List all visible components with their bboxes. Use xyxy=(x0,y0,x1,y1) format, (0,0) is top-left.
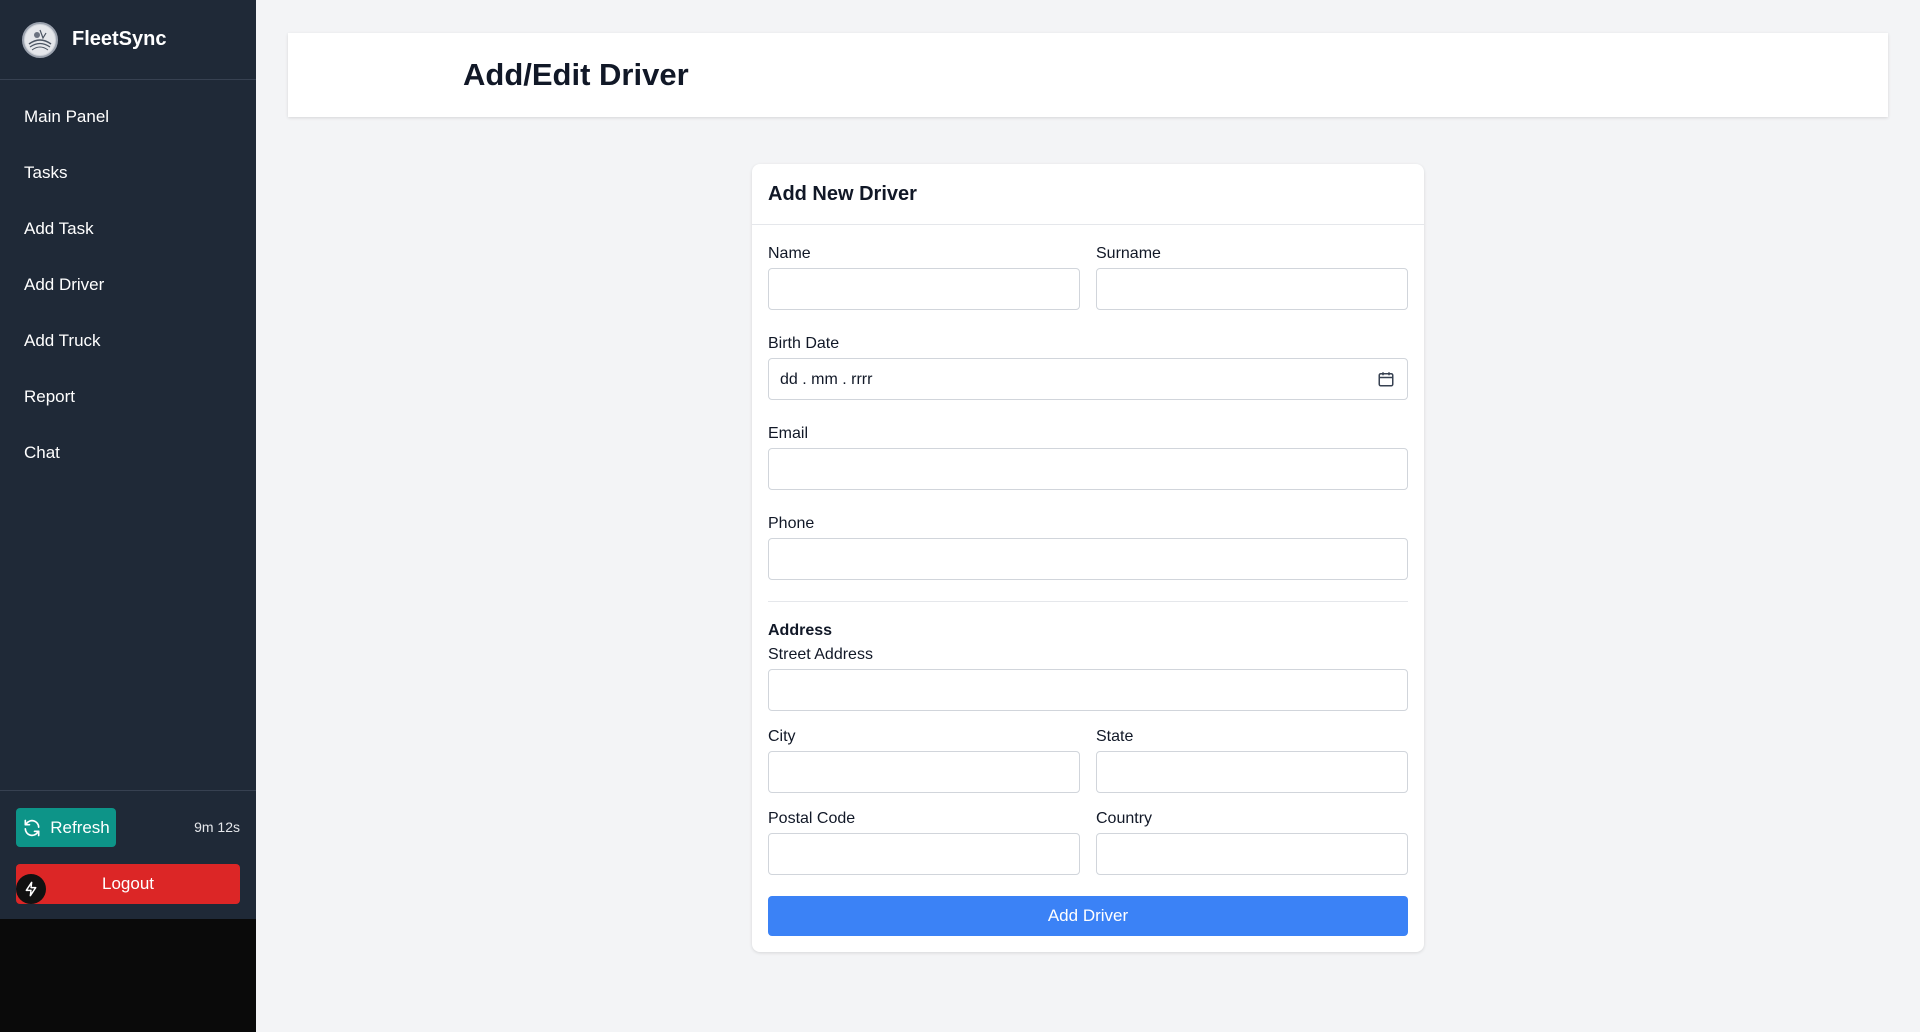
refresh-timer: 9m 12s xyxy=(194,819,240,835)
street-input[interactable] xyxy=(768,669,1408,711)
sidebar-item-chat[interactable]: Chat xyxy=(0,425,256,481)
city-label: City xyxy=(768,728,796,745)
calendar-icon[interactable] xyxy=(1377,370,1395,388)
sidebar-item-add-driver[interactable]: Add Driver xyxy=(0,257,256,313)
driver-form-card: Add New Driver Name Surname Birth Date d… xyxy=(752,164,1424,952)
sidebar-item-add-truck[interactable]: Add Truck xyxy=(0,313,256,369)
city-field-group: City xyxy=(768,728,1080,793)
birth-date-field-group: Birth Date dd . mm . rrrr xyxy=(768,335,1408,400)
postal-input[interactable] xyxy=(768,833,1080,875)
brand-name: FleetSync xyxy=(72,28,167,50)
postal-field-group: Postal Code xyxy=(768,810,1080,875)
street-field-group: Street Address xyxy=(768,646,1408,711)
bolt-icon[interactable] xyxy=(16,874,46,904)
state-field-group: State xyxy=(1096,728,1408,793)
state-input[interactable] xyxy=(1096,751,1408,793)
page-header: Add/Edit Driver xyxy=(288,33,1888,117)
phone-label: Phone xyxy=(768,515,815,532)
sidebar-item-main-panel[interactable]: Main Panel xyxy=(0,89,256,145)
name-label: Name xyxy=(768,245,811,262)
email-field-group: Email xyxy=(768,425,1408,490)
card-header: Add New Driver xyxy=(752,164,1424,225)
surname-label: Surname xyxy=(1096,245,1161,262)
logo-icon xyxy=(22,21,58,58)
address-section-title: Address xyxy=(768,622,833,639)
postal-label: Postal Code xyxy=(768,810,856,827)
name-field-group: Name xyxy=(768,245,1080,310)
sidebar-item-report[interactable]: Report xyxy=(0,369,256,425)
refresh-icon xyxy=(24,819,40,836)
city-input[interactable] xyxy=(768,751,1080,793)
email-input[interactable] xyxy=(768,448,1408,490)
country-field-group: Country xyxy=(1096,810,1408,875)
surname-input[interactable] xyxy=(1096,268,1408,310)
birth-date-label: Birth Date xyxy=(768,335,840,352)
section-divider xyxy=(768,601,1408,602)
birth-date-placeholder: dd . mm . rrrr xyxy=(780,371,873,388)
country-label: Country xyxy=(1096,810,1153,827)
sidebar: FleetSync Main Panel Tasks Add Task Add … xyxy=(0,0,256,1032)
sidebar-item-add-task[interactable]: Add Task xyxy=(0,201,256,257)
refresh-label: Refresh xyxy=(50,817,110,837)
name-input[interactable] xyxy=(768,268,1080,310)
sidebar-nav: Main Panel Tasks Add Task Add Driver Add… xyxy=(0,89,256,481)
email-label: Email xyxy=(768,425,809,442)
birth-date-input[interactable]: dd . mm . rrrr xyxy=(768,358,1408,400)
add-driver-button[interactable]: Add Driver xyxy=(768,896,1408,936)
sidebar-panel: FleetSync Main Panel Tasks Add Task Add … xyxy=(0,0,256,919)
brand[interactable]: FleetSync xyxy=(0,0,256,80)
sidebar-item-tasks[interactable]: Tasks xyxy=(0,145,256,201)
phone-input[interactable] xyxy=(768,538,1408,580)
logout-button[interactable]: Logout xyxy=(16,864,240,904)
phone-field-group: Phone xyxy=(768,515,1408,580)
state-label: State xyxy=(1096,728,1134,745)
street-label: Street Address xyxy=(768,646,873,663)
page-title: Add/Edit Driver xyxy=(463,57,689,92)
form-title: Add New Driver xyxy=(768,182,917,205)
surname-field-group: Surname xyxy=(1096,245,1408,310)
refresh-button[interactable]: Refresh xyxy=(16,808,116,847)
country-input[interactable] xyxy=(1096,833,1408,875)
